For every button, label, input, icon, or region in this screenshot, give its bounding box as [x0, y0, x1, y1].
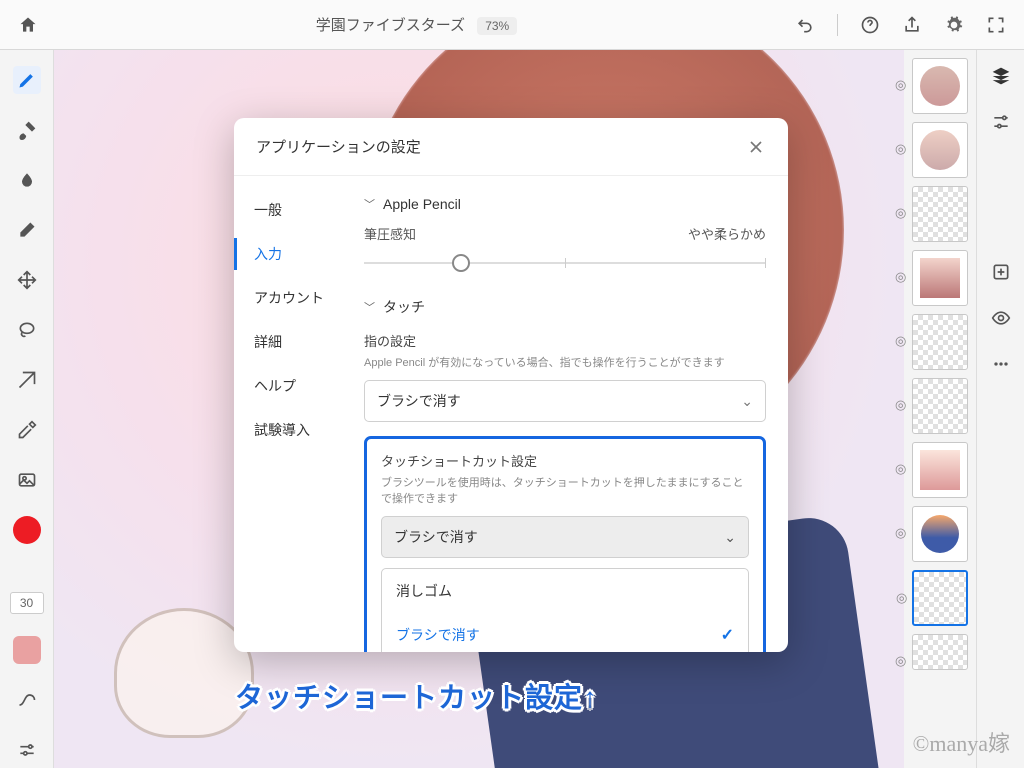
add-icon[interactable] — [991, 262, 1011, 282]
finger-select-value: ブラシで消す — [377, 391, 461, 411]
gear-icon[interactable] — [944, 15, 964, 35]
nav-help[interactable]: ヘルプ — [234, 364, 364, 408]
help-icon[interactable] — [860, 15, 880, 35]
modal-content: ﹀ Apple Pencil 筆圧感知 やや柔らかめ ﹀ タッチ 指の設定 Ap… — [364, 176, 788, 652]
right-tool-rail — [976, 50, 1024, 768]
dropdown-option-brush-erase[interactable]: ブラシで消す ✓ — [382, 613, 748, 652]
nav-experimental[interactable]: 試験導入 — [234, 408, 364, 452]
curve-tool[interactable] — [13, 686, 41, 714]
fullscreen-icon[interactable] — [986, 15, 1006, 35]
chevron-down-icon: ⌄ — [724, 529, 736, 546]
move-tool[interactable] — [13, 266, 41, 294]
eraser-tool[interactable] — [13, 216, 41, 244]
more-icon[interactable] — [991, 354, 1011, 374]
dropdown-option-eraser[interactable]: 消しゴム — [382, 569, 748, 613]
chevron-down-icon: ﹀ — [364, 299, 375, 315]
section-title-1: Apple Pencil — [383, 196, 461, 212]
settings-modal: アプリケーションの設定 一般 入力 アカウント 詳細 ヘルプ 試験導入 ﹀ Ap… — [234, 118, 788, 652]
home-icon[interactable] — [18, 15, 38, 35]
brush-size-input[interactable]: 30 — [10, 592, 44, 614]
eyedropper-tool[interactable] — [13, 416, 41, 444]
share-icon[interactable] — [902, 15, 922, 35]
foreground-color[interactable] — [13, 516, 41, 544]
modal-header: アプリケーションの設定 — [234, 118, 788, 176]
shortcut-desc: ブラシツールを使用時は、タッチショートカットを押したままにすることで操作できます — [381, 474, 749, 506]
artwork-hand — [114, 608, 254, 738]
shortcut-dropdown: 消しゴム ブラシで消す ✓ — [381, 568, 749, 652]
finger-label: 指の設定 — [364, 331, 766, 350]
document-title: 学園ファイブスターズ 73% — [56, 14, 777, 35]
layer-thumb-2[interactable] — [912, 122, 968, 178]
image-tool[interactable] — [13, 466, 41, 494]
lasso-tool[interactable] — [13, 316, 41, 344]
finger-select[interactable]: ブラシで消す ⌄ — [364, 380, 766, 422]
layer-thumb-1[interactable] — [912, 58, 968, 114]
close-icon[interactable] — [746, 137, 766, 157]
layer-thumb-5[interactable] — [912, 314, 968, 370]
chevron-down-icon: ﹀ — [364, 196, 375, 212]
nav-input[interactable]: 入力 — [234, 232, 364, 276]
modal-nav: 一般 入力 アカウント 詳細 ヘルプ 試験導入 — [234, 176, 364, 652]
smudge-tool[interactable] — [13, 166, 41, 194]
layers-icon[interactable] — [991, 66, 1011, 86]
nav-general[interactable]: 一般 — [234, 188, 364, 232]
title-text: 学園ファイブスターズ — [316, 17, 465, 34]
section-title-2: タッチ — [383, 297, 425, 317]
slider-right-label: やや柔らかめ — [688, 224, 766, 243]
shortcut-label: タッチショートカット設定 — [381, 451, 749, 470]
layer-thumb-6[interactable] — [912, 378, 968, 434]
layer-thumb-8[interactable] — [912, 506, 968, 562]
pressure-slider[interactable] — [364, 249, 766, 277]
paint-tool[interactable] — [13, 116, 41, 144]
option-label-1: ブラシで消す — [396, 625, 480, 645]
shortcut-select[interactable]: ブラシで消す ⌄ — [381, 516, 749, 558]
secondary-swatch[interactable] — [13, 636, 41, 664]
layer-panel — [904, 50, 976, 768]
chevron-down-icon: ⌄ — [741, 393, 753, 410]
transform-tool[interactable] — [13, 366, 41, 394]
top-toolbar: 学園ファイブスターズ 73% — [0, 0, 1024, 50]
layer-thumb-9[interactable] — [912, 570, 968, 626]
option-label-0: 消しゴム — [396, 581, 452, 601]
separator — [837, 14, 838, 36]
undo-icon[interactable] — [795, 15, 815, 35]
layer-thumb-4[interactable] — [912, 250, 968, 306]
modal-title: アプリケーションの設定 — [256, 136, 421, 157]
annotation-text: タッチショートカット設定↑ — [235, 676, 598, 716]
layer-thumb-7[interactable] — [912, 442, 968, 498]
brush-tool[interactable] — [13, 66, 41, 94]
left-tool-rail: 30 — [0, 50, 54, 768]
check-icon: ✓ — [721, 625, 734, 645]
zoom-badge[interactable]: 73% — [477, 17, 517, 35]
section-apple-pencil[interactable]: ﹀ Apple Pencil — [364, 188, 766, 220]
layer-thumb-3[interactable] — [912, 186, 968, 242]
shortcut-select-value: ブラシで消す — [394, 527, 478, 547]
nav-detail[interactable]: 詳細 — [234, 320, 364, 364]
adjustments-icon[interactable] — [991, 112, 1011, 132]
finger-desc: Apple Pencil が有効になっている場合、指でも操作を行うことができます — [364, 354, 766, 370]
slider-left-label: 筆圧感知 — [364, 224, 416, 243]
nav-account[interactable]: アカウント — [234, 276, 364, 320]
shortcut-highlight-box: タッチショートカット設定 ブラシツールを使用時は、タッチショートカットを押したま… — [364, 436, 766, 652]
section-touch[interactable]: ﹀ タッチ — [364, 289, 766, 325]
sliders-icon[interactable] — [13, 736, 41, 764]
layer-thumb-10[interactable] — [912, 634, 968, 670]
watermark-text: ©manya嫁 — [913, 726, 1010, 758]
visibility-icon[interactable] — [991, 308, 1011, 328]
